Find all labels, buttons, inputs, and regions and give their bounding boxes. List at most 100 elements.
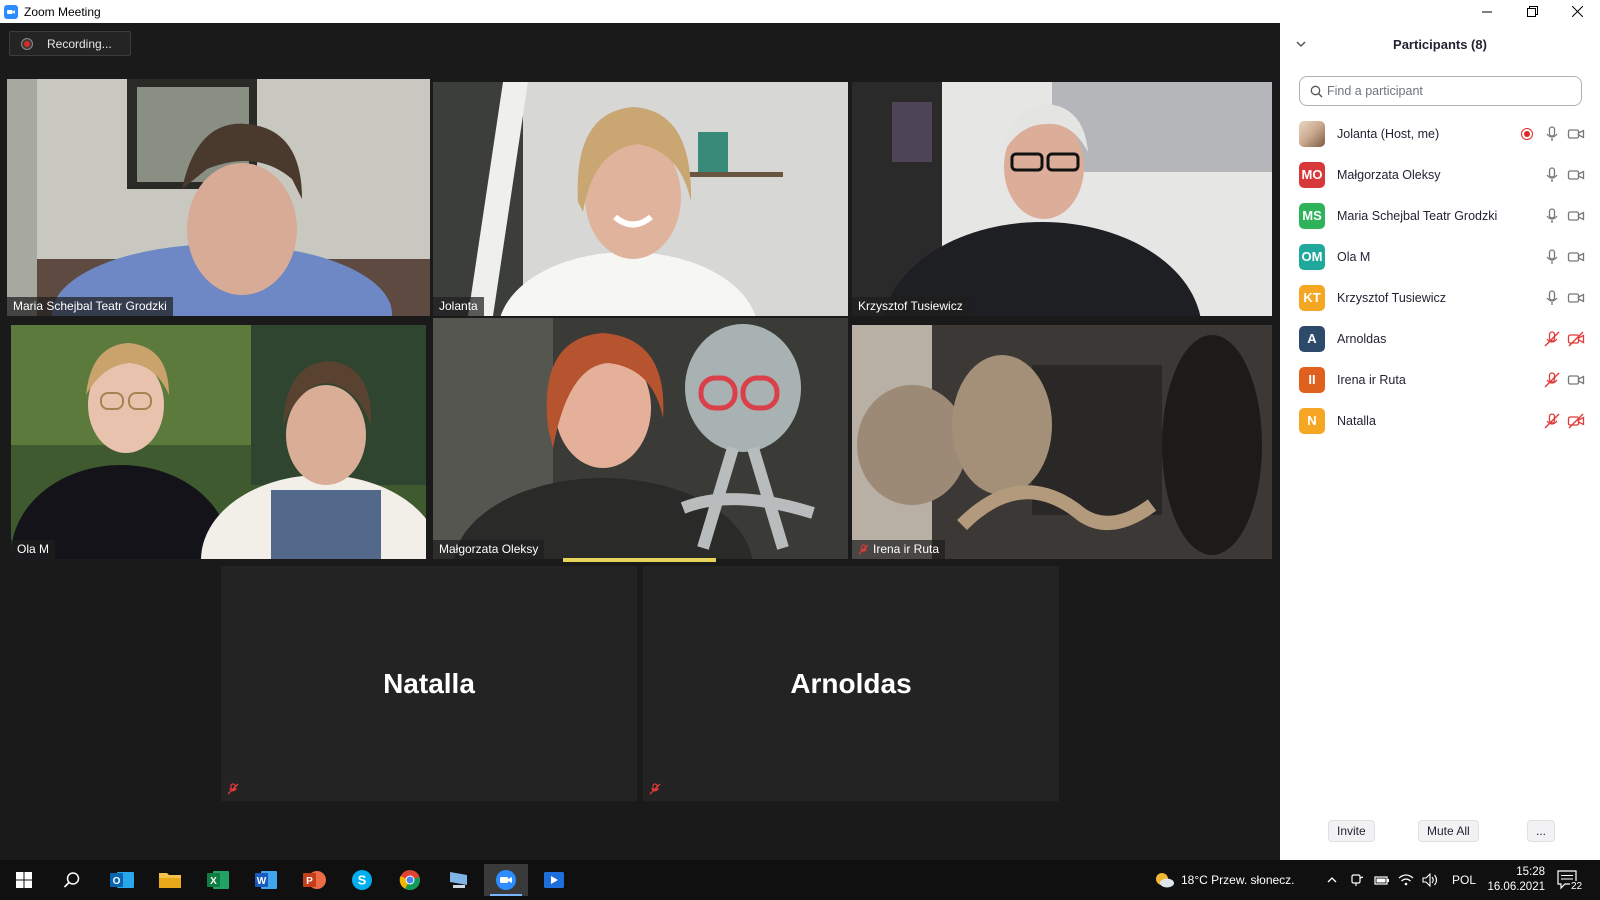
- tile-name-label: Jolanta: [433, 297, 484, 316]
- minimize-button[interactable]: [1465, 0, 1509, 23]
- participant-row[interactable]: KT Krzysztof Tusiewicz: [1280, 277, 1600, 318]
- file-explorer-taskbar-icon[interactable]: [148, 864, 192, 896]
- video-tile-irena[interactable]: Irena ir Ruta: [852, 325, 1272, 559]
- zoom-taskbar-icon[interactable]: [484, 864, 528, 896]
- panel-title: Participants (8): [1393, 36, 1487, 52]
- video-tile-maria[interactable]: Maria Schejbal Teatr Grodzki: [7, 79, 430, 316]
- battery-tray-icon[interactable]: [1374, 860, 1390, 900]
- weather-widget[interactable]: 18°C Przew. słonecz.: [1153, 860, 1295, 900]
- taskbar-clock[interactable]: 15:28 16.06.2021: [1465, 865, 1545, 895]
- avatar: N: [1299, 407, 1325, 434]
- restore-button[interactable]: [1510, 0, 1554, 23]
- mic-icon[interactable]: [1543, 207, 1561, 225]
- video-tile-jolanta[interactable]: Jolanta: [433, 82, 848, 316]
- title-bar: Zoom Meeting: [0, 0, 1600, 23]
- participant-name: Arnoldas: [1337, 331, 1387, 346]
- tile-name-label: Małgorzata Oleksy: [433, 540, 545, 559]
- participant-row[interactable]: A Arnoldas: [1280, 318, 1600, 359]
- speaker-volume-icon: [1422, 873, 1438, 887]
- participant-row[interactable]: OM Ola M: [1280, 236, 1600, 277]
- video-feed-krzysztof: [852, 82, 1272, 316]
- participant-name: Irena ir Ruta: [1337, 372, 1406, 387]
- clock-time: 15:28: [1516, 866, 1545, 878]
- start-button[interactable]: [2, 864, 46, 896]
- notification-count: 22: [1570, 881, 1584, 892]
- avatar: KT: [1299, 284, 1325, 311]
- mic-muted-icon[interactable]: [1543, 330, 1561, 348]
- avatar: A: [1299, 325, 1325, 352]
- mic-icon[interactable]: [1543, 166, 1561, 184]
- invite-button[interactable]: Invite: [1328, 820, 1375, 842]
- video-camera-icon[interactable]: [1567, 371, 1585, 389]
- video-feed-ola: [11, 325, 426, 559]
- svg-text:P: P: [306, 876, 313, 887]
- weather-text: 18°C Przew. słonecz.: [1181, 873, 1295, 887]
- video-camera-icon[interactable]: [1567, 166, 1585, 184]
- participant-row[interactable]: Jolanta (Host, me): [1280, 113, 1600, 154]
- battery-icon: [1374, 876, 1389, 885]
- tile-name-label: Irena ir Ruta: [852, 540, 946, 559]
- tile-name-label: Krzysztof Tusiewicz: [852, 297, 969, 316]
- video-camera-icon[interactable]: [1567, 125, 1585, 143]
- video-feed-maria: [7, 79, 430, 316]
- mic-muted-icon: [858, 543, 869, 555]
- recording-label: Recording...: [47, 36, 112, 51]
- avatar-tile-name: Arnoldas: [790, 667, 912, 699]
- outlook-taskbar-icon[interactable]: O: [100, 864, 144, 896]
- video-feed-malgorzata: [433, 318, 848, 559]
- windows-taskbar: O X W P S 18°C Przew. słonecz. POL 15:28…: [0, 860, 1600, 900]
- participant-search[interactable]: [1299, 76, 1582, 106]
- mic-muted-icon[interactable]: [1543, 412, 1561, 430]
- action-center-button[interactable]: 22: [1556, 860, 1584, 900]
- participant-name: Natalla: [1337, 413, 1376, 428]
- svg-text:X: X: [210, 876, 217, 887]
- word-taskbar-icon[interactable]: W: [244, 864, 288, 896]
- participant-row[interactable]: II Irena ir Ruta: [1280, 359, 1600, 400]
- avatar: MS: [1299, 202, 1325, 229]
- meeting-view: Recording... Maria Schejbal Teatr Grodzk…: [0, 23, 1280, 860]
- clock-date: 16.06.2021: [1487, 881, 1545, 893]
- avatar-tile-natalla[interactable]: Natalla: [221, 566, 637, 801]
- mic-icon[interactable]: [1543, 289, 1561, 307]
- more-options-button[interactable]: ...: [1527, 820, 1556, 842]
- search-input[interactable]: [1327, 84, 1567, 98]
- network-tray-icon[interactable]: [1398, 860, 1414, 900]
- search-icon: [63, 872, 80, 888]
- volume-tray-icon[interactable]: [1422, 860, 1440, 900]
- video-off-icon[interactable]: [1567, 330, 1585, 348]
- weather-sun-cloud-icon: [1156, 873, 1174, 888]
- mute-all-button[interactable]: Mute All: [1418, 820, 1479, 842]
- search-icon: [1310, 85, 1323, 97]
- mic-icon[interactable]: [1543, 248, 1561, 266]
- participant-row[interactable]: N Natalla: [1280, 400, 1600, 441]
- powerpoint-taskbar-icon[interactable]: P: [292, 864, 336, 896]
- video-camera-icon[interactable]: [1567, 248, 1585, 266]
- participant-name: Krzysztof Tusiewicz: [1337, 290, 1447, 305]
- show-hidden-icons-button[interactable]: [1326, 860, 1338, 900]
- window-title: Zoom Meeting: [24, 4, 101, 19]
- avatar: MO: [1299, 161, 1325, 188]
- close-button[interactable]: [1555, 0, 1599, 23]
- tile-name-label: Maria Schejbal Teatr Grodzki: [7, 297, 173, 316]
- video-tile-ola[interactable]: Ola M: [11, 325, 426, 559]
- video-camera-icon[interactable]: [1567, 289, 1585, 307]
- video-tile-malgorzata[interactable]: Małgorzata Oleksy: [433, 318, 848, 559]
- chrome-taskbar-icon[interactable]: [388, 864, 432, 896]
- excel-taskbar-icon[interactable]: X: [196, 864, 240, 896]
- video-off-icon[interactable]: [1567, 412, 1585, 430]
- participant-row[interactable]: MS Maria Schejbal Teatr Grodzki: [1280, 195, 1600, 236]
- video-tile-krzysztof[interactable]: Krzysztof Tusiewicz: [852, 82, 1272, 316]
- video-camera-icon[interactable]: [1567, 207, 1585, 225]
- remote-desktop-taskbar-icon[interactable]: [436, 864, 480, 896]
- video-feed-irena: [852, 325, 1272, 559]
- mic-muted-icon[interactable]: [1543, 371, 1561, 389]
- participant-name: Małgorzata Oleksy: [1337, 167, 1441, 182]
- recording-indicator[interactable]: Recording...: [9, 31, 131, 56]
- skype-taskbar-icon[interactable]: S: [340, 864, 384, 896]
- meet-now-tray-icon[interactable]: [1350, 860, 1364, 900]
- media-player-taskbar-icon[interactable]: [532, 864, 576, 896]
- participant-row[interactable]: MO Małgorzata Oleksy: [1280, 154, 1600, 195]
- taskbar-search-button[interactable]: [50, 864, 94, 896]
- avatar-tile-arnoldas[interactable]: Arnoldas: [643, 566, 1059, 801]
- mic-icon[interactable]: [1543, 125, 1561, 143]
